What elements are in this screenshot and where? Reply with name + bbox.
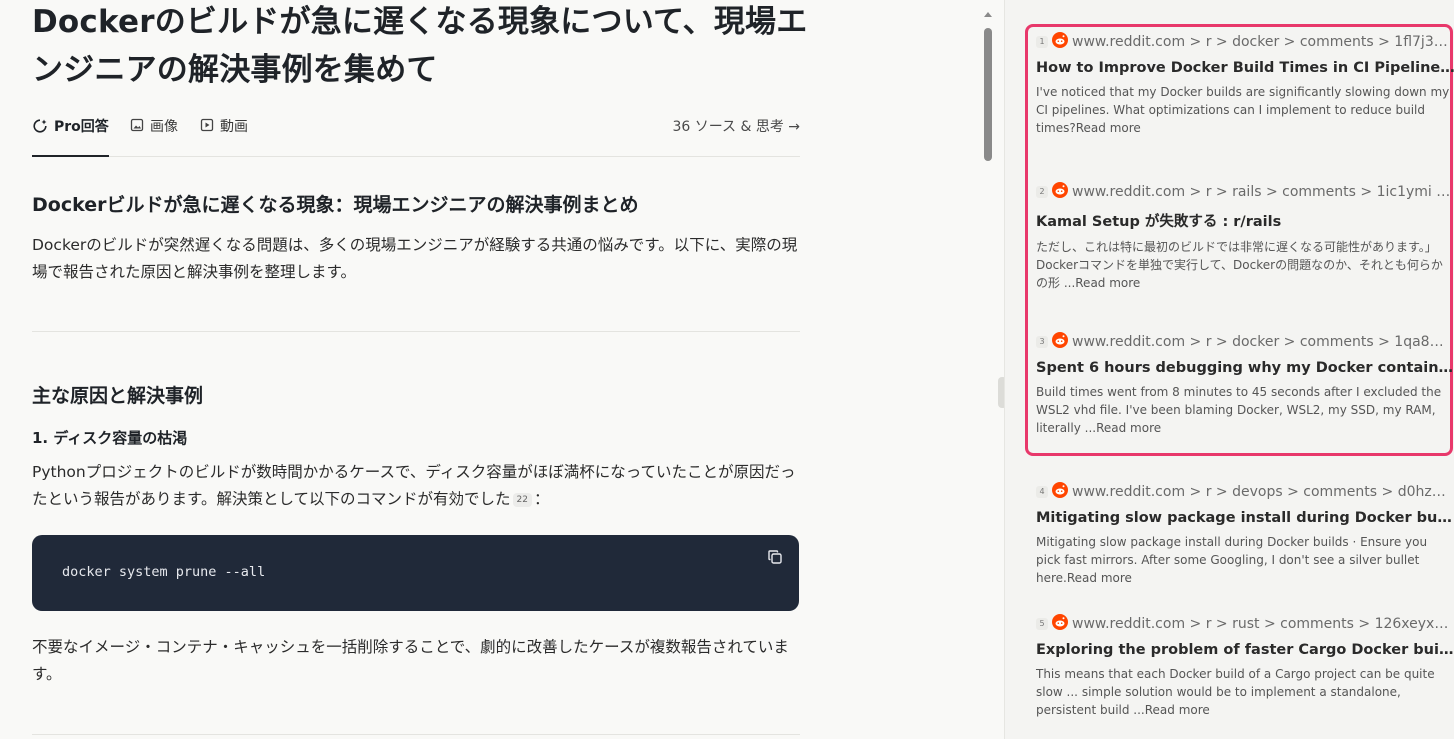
cause1-heading: 1. ディスク容量の枯渇 (32, 429, 188, 447)
source-number: 2 (1036, 186, 1048, 198)
code-text[interactable]: docker system prune --all (62, 564, 265, 580)
tab-pro-answer[interactable]: Pro回答 (32, 116, 109, 157)
main-scrollbar-thumb[interactable] (984, 28, 992, 161)
source-snippet: This means that each Docker build of a C… (1036, 667, 1435, 717)
sources-panel: 1 www.reddit.com > r > docker > comments… (1005, 0, 1454, 739)
tab-label: Pro回答 (54, 119, 109, 135)
cause1-colon: ： (533, 490, 550, 508)
source-url: www.reddit.com > r > rust > comments > 1… (1072, 616, 1452, 632)
causes-heading: 主な原因と解決事例 (32, 385, 204, 407)
source-number: 1 (1036, 36, 1048, 48)
scroll-up-arrow-icon[interactable] (984, 4, 992, 23)
tab-label: 動画 (220, 119, 248, 135)
pro-sparkle-icon (32, 116, 48, 138)
intro-paragraph: Dockerのビルドが突然遅くなる問題は、多くの現場エンジニアが経験する共通の悩… (32, 236, 798, 281)
video-icon (200, 116, 214, 136)
section-divider-bottom (32, 734, 800, 735)
source-item[interactable]: 4 www.reddit.com > r > devops > comments… (1036, 482, 1454, 587)
reddit-icon (1052, 32, 1068, 52)
source-number: 3 (1036, 336, 1048, 348)
code-block: docker system prune --all (32, 535, 799, 611)
source-title[interactable]: How to Improve Docker Build Times in CI … (1036, 60, 1454, 76)
tab-videos[interactable]: 動画 (200, 116, 248, 156)
source-title[interactable]: Kamal Setup が失敗する : r/rails (1036, 210, 1454, 231)
reddit-icon (1052, 482, 1068, 502)
tab-label: 画像 (150, 119, 178, 135)
page-title: Dockerのビルドが急に遅くなる現象について、現場エンジニアの解決事例を集めて (32, 4, 808, 88)
answer-heading: Dockerビルドが急に遅くなる現象：現場エンジニアの解決事例まとめ (32, 194, 639, 216)
tab-images[interactable]: 画像 (130, 116, 178, 156)
answer-tabs: Pro回答 画像 動画 36 ソース & 思考 → (32, 116, 800, 157)
reddit-icon (1052, 332, 1068, 352)
source-snippet: Build times went from 8 minutes to 45 se… (1036, 385, 1442, 435)
section-divider (32, 331, 800, 332)
source-title[interactable]: Spent 6 hours debugging why my Docker co… (1036, 360, 1454, 376)
source-item[interactable]: 2 www.reddit.com > r > rails > comments … (1036, 182, 1454, 292)
source-url: www.reddit.com > r > devops > comments >… (1072, 484, 1452, 500)
source-number: 5 (1036, 618, 1048, 630)
source-snippet: Mitigating slow package install during D… (1036, 535, 1428, 585)
reddit-icon (1052, 182, 1068, 202)
image-icon (130, 116, 144, 136)
after-code-paragraph: 不要なイメージ・コンテナ・キャッシュを一括削除することで、劇的に改善したケースが… (32, 638, 789, 683)
source-item[interactable]: 5 www.reddit.com > r > rust > comments >… (1036, 614, 1454, 719)
sources-and-thinking-link[interactable]: 36 ソース & 思考 → (672, 116, 800, 136)
source-item[interactable]: 3 www.reddit.com > r > docker > comments… (1036, 332, 1454, 437)
source-item[interactable]: 1 www.reddit.com > r > docker > comments… (1036, 32, 1454, 137)
source-snippet: ただし、これは特に最初のビルドでは非常に遅くなる可能性があります。」Docker… (1036, 240, 1443, 290)
citation-badge[interactable]: 22 (512, 492, 532, 507)
source-snippet: I've noticed that my Docker builds are s… (1036, 85, 1450, 135)
reddit-icon (1052, 614, 1068, 634)
source-number: 4 (1036, 486, 1048, 498)
copy-button[interactable] (767, 549, 783, 569)
cause1-text: Pythonプロジェクトのビルドが数時間かかるケースで、ディスク容量がほぼ満杯に… (32, 463, 796, 508)
source-url: www.reddit.com > r > docker > comments >… (1072, 334, 1452, 350)
copy-icon (767, 550, 783, 569)
source-url: www.reddit.com > r > rails > comments > … (1072, 184, 1452, 200)
source-title[interactable]: Mitigating slow package install during D… (1036, 510, 1454, 526)
cause1-paragraph: Pythonプロジェクトのビルドが数時間かかるケースで、ディスク容量がほぼ満杯に… (32, 459, 802, 513)
answer-column: Dockerのビルドが急に遅くなる現象について、現場エンジニアの解決事例を集めて… (0, 0, 980, 739)
source-title[interactable]: Exploring the problem of faster Cargo Do… (1036, 642, 1454, 658)
source-url: www.reddit.com > r > docker > comments >… (1072, 34, 1452, 50)
